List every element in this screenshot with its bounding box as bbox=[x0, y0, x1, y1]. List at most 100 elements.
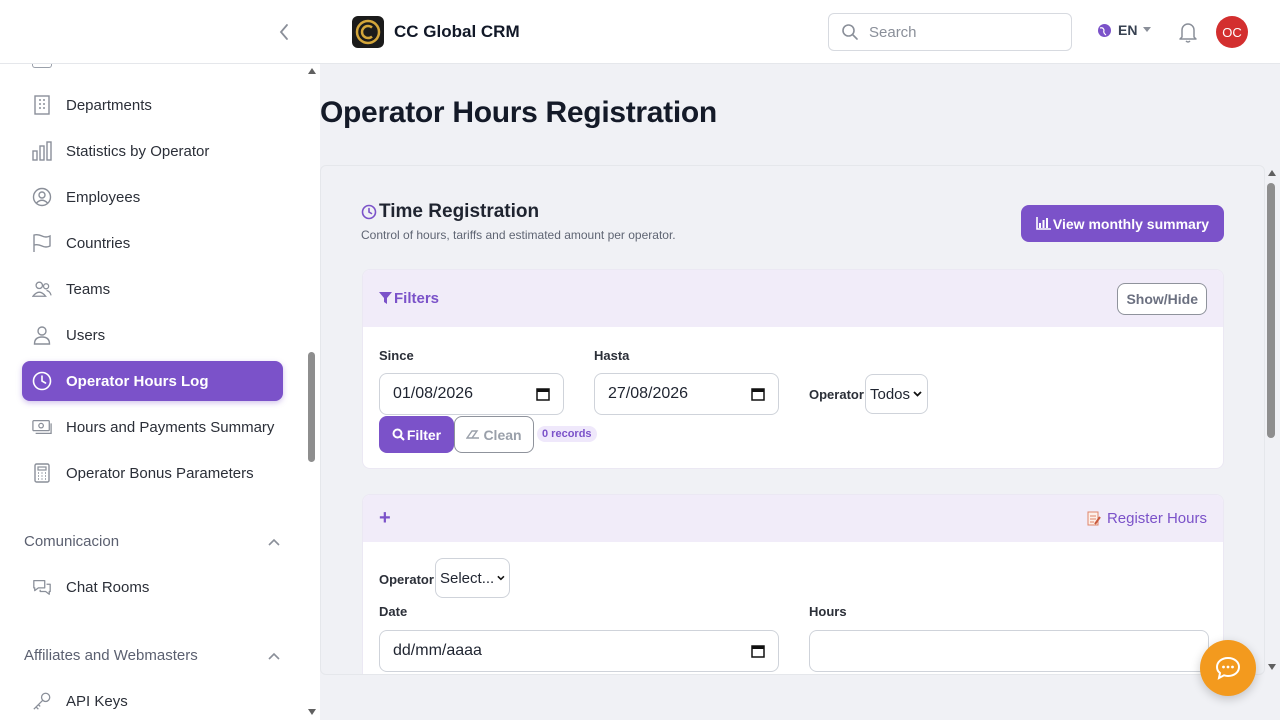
register-hours-card: + Register Hours Operator Select... Date… bbox=[362, 494, 1224, 674]
user-icon bbox=[32, 325, 52, 345]
key-icon bbox=[32, 691, 52, 711]
filters-header: Filters Show/Hide bbox=[363, 270, 1223, 327]
chevron-up-icon bbox=[268, 652, 280, 660]
since-label: Since bbox=[379, 348, 414, 363]
scroll-down-arrow-icon bbox=[308, 709, 316, 715]
sidebar-item-label: Teams bbox=[66, 280, 111, 298]
bell-icon bbox=[1179, 23, 1197, 43]
register-date-input[interactable]: dd/mm/aaaa bbox=[379, 630, 779, 672]
sidebar-item-employees[interactable]: Employees bbox=[22, 177, 283, 217]
sidebar-item-label: Operator Bonus Parameters bbox=[66, 464, 254, 482]
sidebar-item-label: Statistics by Operator bbox=[66, 142, 210, 160]
until-date-input[interactable]: 27/08/2026 bbox=[594, 373, 779, 415]
chevron-up-icon bbox=[268, 538, 280, 546]
main-scrollbar[interactable] bbox=[1264, 165, 1280, 675]
memo-icon bbox=[1087, 511, 1101, 526]
sidebar-item-api-keys[interactable]: API Keys bbox=[22, 681, 283, 720]
filters-card: Filters Show/Hide Since 01/08/2026 Hasta… bbox=[362, 269, 1224, 469]
sidebar-item-users[interactable]: Users bbox=[22, 315, 283, 355]
show-hide-filters-button[interactable]: Show/Hide bbox=[1117, 282, 1207, 315]
register-operator-label: Operator bbox=[379, 572, 434, 587]
scroll-up-arrow-icon bbox=[308, 68, 316, 74]
filter-button[interactable]: Filter bbox=[379, 416, 454, 453]
chevron-left-icon bbox=[279, 24, 288, 40]
chevron-down-icon bbox=[497, 575, 505, 581]
chat-icon bbox=[32, 577, 52, 597]
section-subtitle: Control of hours, tariffs and estimated … bbox=[361, 228, 676, 242]
until-label: Hasta bbox=[594, 348, 630, 363]
calendar-icon bbox=[751, 388, 765, 401]
page-title: Operator Hours Registration bbox=[320, 96, 717, 129]
calendar-icon bbox=[536, 388, 550, 401]
users-icon bbox=[32, 279, 52, 299]
clock-icon bbox=[32, 371, 52, 391]
sidebar-item-chat-rooms[interactable]: Chat Rooms bbox=[22, 567, 283, 607]
sidebar-scrollbar-thumb[interactable] bbox=[308, 352, 315, 462]
view-monthly-summary-button[interactable]: View monthly summary bbox=[1021, 205, 1224, 242]
globe-icon bbox=[1098, 23, 1111, 37]
section-header-affiliates-and-webmasters[interactable]: Affiliates and Webmasters bbox=[24, 647, 280, 664]
eraser-icon bbox=[466, 430, 480, 439]
brand[interactable]: CC Global CRM bbox=[352, 16, 520, 48]
avatar[interactable]: OC bbox=[1216, 16, 1248, 48]
sidebar-item-label: Chat Rooms bbox=[66, 578, 150, 596]
operator-filter-select[interactable]: Todos bbox=[865, 374, 928, 414]
calculator-icon bbox=[32, 463, 52, 483]
search-icon bbox=[842, 24, 858, 40]
flag-icon bbox=[32, 233, 52, 253]
truncated-item-icon bbox=[32, 64, 52, 68]
sidebar-item-departments[interactable]: Departments bbox=[22, 85, 283, 125]
sidebar-item-label: Departments bbox=[66, 96, 152, 114]
sidebar-item-label: API Keys bbox=[66, 692, 128, 710]
user-circle-icon bbox=[32, 187, 52, 207]
scroll-down-arrow-icon bbox=[1268, 664, 1276, 670]
clock-icon bbox=[361, 204, 377, 220]
date-label: Date bbox=[379, 604, 408, 619]
search-box[interactable] bbox=[828, 13, 1072, 51]
section-title: Affiliates and Webmasters bbox=[24, 647, 198, 664]
sidebar-item-teams[interactable]: Teams bbox=[22, 269, 283, 309]
sidebar-item-label: Operator Hours Log bbox=[66, 372, 209, 390]
language-selector[interactable]: EN bbox=[1097, 22, 1152, 38]
main-scrollbar-thumb[interactable] bbox=[1267, 183, 1275, 438]
operator-filter-label: Operator bbox=[809, 387, 864, 402]
time-registration-panel: Time Registration Control of hours, tari… bbox=[320, 165, 1265, 675]
filter-icon bbox=[379, 292, 392, 304]
records-count-badge: 0 records bbox=[537, 426, 597, 442]
sidebar: Departments Statistics by Operator Emplo… bbox=[0, 64, 320, 720]
chat-bubble-icon bbox=[1215, 656, 1241, 680]
building-icon bbox=[32, 95, 52, 115]
since-date-input[interactable]: 01/08/2026 bbox=[379, 373, 564, 415]
sidebar-item-statistics-by-operator[interactable]: Statistics by Operator bbox=[22, 131, 283, 171]
sidebar-item-operator-bonus-parameters[interactable]: Operator Bonus Parameters bbox=[22, 453, 283, 493]
search-input[interactable] bbox=[869, 23, 1049, 41]
search-icon bbox=[392, 428, 405, 441]
sidebar-scrollbar[interactable] bbox=[306, 64, 318, 720]
collapse-sidebar-button[interactable] bbox=[274, 20, 294, 44]
sidebar-item-label: Hours and Payments Summary bbox=[66, 418, 275, 436]
sidebar-item-hours-and-payments-summary[interactable]: Hours and Payments Summary bbox=[22, 407, 283, 447]
scroll-up-arrow-icon bbox=[1268, 170, 1276, 176]
sidebar-item-countries[interactable]: Countries bbox=[22, 223, 283, 263]
sidebar-item-operator-hours-log[interactable]: Operator Hours Log bbox=[22, 361, 283, 401]
chevron-down-icon bbox=[913, 391, 922, 397]
chat-support-button[interactable] bbox=[1200, 640, 1256, 696]
language-label: EN bbox=[1118, 22, 1138, 38]
sidebar-item-label: Users bbox=[66, 326, 106, 344]
notifications-button[interactable] bbox=[1177, 20, 1199, 49]
bar-chart-icon bbox=[1036, 217, 1051, 230]
top-bar: CC Global CRM EN OC bbox=[0, 0, 1280, 64]
caret-down-icon bbox=[1143, 27, 1152, 32]
clean-button[interactable]: Clean bbox=[454, 416, 534, 453]
section-header-comunicacion[interactable]: Comunicacion bbox=[24, 533, 280, 550]
calendar-icon bbox=[751, 645, 765, 658]
app-title: CC Global CRM bbox=[394, 22, 520, 41]
hours-label: Hours bbox=[809, 604, 847, 619]
register-operator-select[interactable]: Select... bbox=[435, 558, 510, 598]
bar-chart-icon bbox=[32, 141, 52, 161]
add-plus-icon[interactable]: + bbox=[379, 507, 391, 530]
register-hours-title: Register Hours bbox=[1087, 510, 1207, 527]
register-hours-header: + Register Hours bbox=[363, 495, 1223, 542]
brand-logo-icon bbox=[352, 16, 384, 48]
hours-input[interactable] bbox=[809, 630, 1209, 672]
